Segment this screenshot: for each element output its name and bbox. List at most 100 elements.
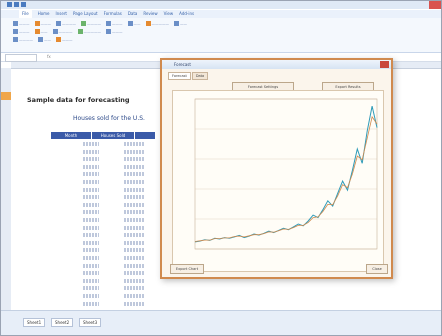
table-cell[interactable] <box>83 172 99 177</box>
tab-home[interactable]: Home <box>38 10 50 18</box>
tab-view[interactable]: View <box>164 10 174 18</box>
table-cell[interactable] <box>124 278 144 283</box>
table-cell[interactable] <box>83 149 99 154</box>
table-cell[interactable] <box>83 142 99 146</box>
header-houses-sold[interactable]: Houses Sold <box>92 132 134 139</box>
tab-page-layout[interactable]: Page Layout <box>73 10 98 18</box>
row-number[interactable] <box>1 204 11 212</box>
fx-icon[interactable]: fx <box>47 54 51 59</box>
dialog-tab-data[interactable]: Data <box>191 72 209 80</box>
row-number[interactable] <box>1 124 11 132</box>
row-number[interactable] <box>1 284 11 292</box>
sheet-tab-2[interactable]: Sheet2 <box>51 318 74 327</box>
row-number[interactable] <box>1 188 11 196</box>
close-button[interactable] <box>429 1 441 9</box>
ribbon-button[interactable]: —— <box>38 37 51 42</box>
ribbon-button[interactable]: —— <box>174 21 187 26</box>
table-cell[interactable] <box>124 172 144 177</box>
row-number[interactable] <box>1 116 11 124</box>
table-cell[interactable] <box>124 240 144 245</box>
table-cell[interactable] <box>124 233 144 238</box>
row-number[interactable] <box>1 252 11 260</box>
row-number[interactable] <box>1 244 11 252</box>
row-number[interactable] <box>1 164 11 172</box>
ribbon-button[interactable]: ——— <box>106 21 123 26</box>
row-number[interactable] <box>1 268 11 276</box>
row-number[interactable] <box>1 108 11 116</box>
table-cell[interactable] <box>124 210 144 215</box>
table-cell[interactable] <box>83 195 99 200</box>
table-cell[interactable] <box>124 187 144 192</box>
tab-data[interactable]: Data <box>128 10 138 18</box>
ribbon-button[interactable]: ———— <box>52 29 73 34</box>
tab-formulas[interactable]: Formulas <box>104 10 122 18</box>
table-cell[interactable] <box>124 149 144 154</box>
ribbon-button[interactable]: ——— <box>34 21 51 26</box>
row-number[interactable] <box>1 236 11 244</box>
export-chart-button[interactable]: Export Chart <box>170 264 204 274</box>
minimize-button[interactable] <box>403 1 415 9</box>
close-dialog-button[interactable]: Close <box>366 264 388 274</box>
table-cell[interactable] <box>83 271 99 276</box>
row-number[interactable] <box>1 156 11 164</box>
row-number[interactable] <box>1 276 11 284</box>
table-cell[interactable] <box>124 157 144 162</box>
ribbon-button[interactable]: ——— <box>13 21 30 26</box>
header-month[interactable]: Month <box>51 132 91 139</box>
table-cell[interactable] <box>124 256 144 260</box>
ribbon-button[interactable]: —— <box>34 29 48 34</box>
table-cell[interactable] <box>124 286 144 291</box>
table-cell[interactable] <box>83 233 99 238</box>
row-number[interactable] <box>1 132 11 140</box>
row-number[interactable] <box>1 300 11 308</box>
tab-file[interactable]: File <box>19 10 32 18</box>
row-number[interactable] <box>1 228 11 236</box>
table-cell[interactable] <box>124 218 144 222</box>
maximize-button[interactable] <box>416 1 428 9</box>
table-cell[interactable] <box>83 240 99 245</box>
table-cell[interactable] <box>83 248 99 253</box>
row-number[interactable] <box>1 100 11 108</box>
table-cell[interactable] <box>124 142 144 146</box>
ribbon-button[interactable]: ——— <box>56 37 73 42</box>
ribbon-button[interactable]: ————— <box>77 29 101 34</box>
row-number[interactable] <box>1 180 11 188</box>
row-number[interactable] <box>1 148 11 156</box>
table-cell[interactable] <box>83 210 99 215</box>
dialog-tab-forecast[interactable]: Forecast <box>168 72 191 80</box>
table-cell[interactable] <box>83 286 99 291</box>
row-number[interactable] <box>1 68 11 76</box>
table-cell[interactable] <box>124 225 144 230</box>
table-cell[interactable] <box>124 263 144 268</box>
table-cell[interactable] <box>83 263 99 268</box>
table-cell[interactable] <box>83 278 99 283</box>
row-number[interactable] <box>1 84 11 92</box>
ribbon-button[interactable]: ————— <box>145 21 169 26</box>
row-number[interactable] <box>1 140 11 148</box>
row-number[interactable] <box>1 220 11 228</box>
table-cell[interactable] <box>83 164 99 169</box>
row-number[interactable] <box>1 212 11 220</box>
row-number[interactable] <box>1 92 11 100</box>
table-cell[interactable] <box>124 180 144 184</box>
table-cell[interactable] <box>83 180 99 184</box>
tab-insert[interactable]: Insert <box>56 10 67 18</box>
table-cell[interactable] <box>83 301 99 306</box>
table-cell[interactable] <box>83 294 99 298</box>
table-cell[interactable] <box>124 248 144 253</box>
header-extra[interactable] <box>135 132 155 139</box>
table-cell[interactable] <box>124 271 144 276</box>
table-cell[interactable] <box>83 256 99 260</box>
dialog-close-icon[interactable] <box>380 61 389 68</box>
row-number[interactable] <box>1 292 11 300</box>
sheet-tab-1[interactable]: Sheet1 <box>23 318 46 327</box>
table-cell[interactable] <box>124 301 144 306</box>
table-cell[interactable] <box>83 225 99 230</box>
ribbon-button[interactable]: ———— <box>56 21 76 26</box>
table-cell[interactable] <box>124 164 144 169</box>
table-cell[interactable] <box>124 294 144 298</box>
row-number[interactable] <box>1 172 11 180</box>
row-number[interactable] <box>1 260 11 268</box>
table-cell[interactable] <box>83 187 99 192</box>
row-number[interactable] <box>1 76 11 84</box>
